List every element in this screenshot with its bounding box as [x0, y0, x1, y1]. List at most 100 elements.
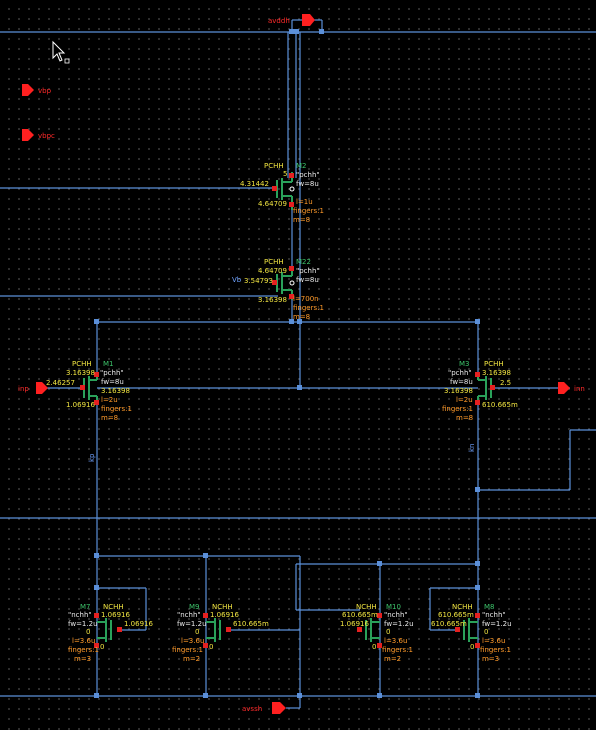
pin-label-vbp: vbp — [38, 87, 52, 95]
device-type-M22: PCHH — [264, 258, 284, 266]
transistor-M9[interactable]: M9 NCHH "nchh" 1.06916 fw=1.2u 610.665m … — [172, 603, 269, 663]
v-gate-M22: 3.54793 — [244, 277, 273, 285]
v-gate-M7: 1.06916 — [124, 620, 153, 628]
fingers-M8: fingers:1 — [480, 646, 511, 654]
v-gate-M2: 4.31442 — [240, 180, 269, 188]
device-type-M7: NCHH — [103, 603, 124, 611]
junction-dots — [94, 29, 480, 698]
v-bulk-M7: 0 — [86, 628, 90, 636]
fingers-M7: fingers:1 — [68, 646, 99, 654]
pin-vbp[interactable]: vbp — [22, 84, 52, 96]
instance-name-M2: M2 — [296, 162, 307, 170]
fw-M1: fw=8u — [101, 378, 124, 386]
instance-name-M7: M7 — [80, 603, 91, 611]
fingers-M2: fingers:1 — [293, 207, 324, 215]
v-source-M2: 5 — [283, 170, 287, 178]
model-M10: "nchh" — [384, 611, 408, 619]
fw-M3: fw=8u — [450, 378, 473, 386]
v-source-M8: 0 — [470, 643, 474, 651]
v-drain-M10: 610.665m — [342, 611, 378, 619]
v-drain-M22: 3.16398 — [258, 296, 287, 304]
fingers-M9: fingers:1 — [172, 646, 203, 654]
pin-label-inp: inp — [18, 385, 29, 393]
l-M7: l=3.6u — [72, 637, 95, 645]
l-M8: l=3.6u — [482, 637, 505, 645]
transistor-M8[interactable]: NCHH M8 610.665m "nchh" 610.665m fw=1.2u… — [431, 603, 512, 663]
fingers-M10: fingers:1 — [382, 646, 413, 654]
net-label-kn: kn — [468, 444, 476, 453]
l-M10: l=3.6u — [384, 637, 407, 645]
l-M2: l=1u — [296, 198, 313, 206]
net-label-vb: Vb — [232, 276, 242, 284]
model-M7: "nchh" — [68, 611, 92, 619]
pin-label-vbpc: vbpc — [38, 132, 55, 140]
fw-M8: fw=1.2u — [482, 620, 512, 628]
m-M10: m=2 — [384, 655, 401, 663]
v-drain-M3: 610.665m — [482, 401, 518, 409]
m-M8: m=3 — [482, 655, 499, 663]
v-gate-M8: 610.665m — [431, 620, 467, 628]
m-M7: m=3 — [74, 655, 91, 663]
model-M1: "pchh" — [100, 369, 124, 377]
v-drain-M8: 610.665m — [438, 611, 474, 619]
v-gate-M3: 2.5 — [500, 379, 511, 387]
transistor-M22[interactable]: PCHH M22 "pchh" fw=8u 4.64709 Vb 3.54793… — [232, 258, 324, 321]
pin-vbpc[interactable]: vbpc — [22, 129, 55, 141]
instance-name-M22: M22 — [296, 258, 311, 266]
model-M22: "pchh" — [296, 267, 320, 275]
v-source-M9: 0 — [209, 643, 213, 651]
m-M22: m=8 — [293, 313, 310, 321]
transistor-M3[interactable]: M3 PCHH "pchh" 3.16398 fw=8u 2.5 3.16398… — [442, 360, 518, 422]
fw-M10: fw=1.2u — [384, 620, 414, 628]
model-M8: "nchh" — [482, 611, 506, 619]
v-source-M3: 3.16398 — [482, 369, 511, 377]
transistor-M1[interactable]: PCHH M1 3.16398 "pchh" fw=8u 2.46257 3.1… — [46, 360, 132, 422]
fingers-M3: fingers:1 — [442, 405, 473, 413]
transistor-M7[interactable]: M7 NCHH "nchh" 1.06916 fw=1.2u 1.06916 0… — [68, 603, 153, 663]
v-bulk-M10: 0 — [386, 628, 390, 636]
v-source-M10: 0 — [372, 643, 376, 651]
v-drain-M7: 1.06916 — [101, 611, 130, 619]
instance-name-M10: M10 — [386, 603, 401, 611]
device-type-M8: NCHH — [452, 603, 473, 611]
instance-name-M3: M3 — [459, 360, 470, 368]
model-M9: "nchh" — [177, 611, 201, 619]
transistor-M10[interactable]: NCHH M10 610.665m "nchh" 1.06916 fw=1.2u… — [340, 603, 414, 663]
device-type-M10: NCHH — [356, 603, 377, 611]
l-M22: l=700n — [293, 295, 319, 303]
pin-avssh[interactable]: avssh — [242, 702, 286, 714]
v-source-M1: 3.16398 — [66, 369, 95, 377]
v-drain-M9: 1.06916 — [210, 611, 239, 619]
v-gate-M9: 610.665m — [233, 620, 269, 628]
v-source-M7: 0 — [100, 643, 104, 651]
fw-M7: fw=1.2u — [68, 620, 98, 628]
device-type-M2: PCHH — [264, 162, 284, 170]
pin-inp[interactable]: inp — [18, 382, 48, 394]
fw-M2: fw=8u — [296, 180, 319, 188]
schematic-drawing: avddh vbp vbpc inp inn avssh kp kn PCHH … — [0, 14, 596, 714]
instance-name-M8: M8 — [484, 603, 495, 611]
l-M3: l=2u — [456, 396, 473, 404]
m-M3: m=8 — [456, 414, 473, 422]
fw-M22: fw=8u — [296, 276, 319, 284]
pin-label-avddh: avddh — [268, 17, 290, 25]
l-M9: l=3.6u — [181, 637, 204, 645]
fingers-M1: fingers:1 — [101, 405, 132, 413]
transistor-M2[interactable]: PCHH M2 "pchh" fw=8u 5 4.31442 4.64709 l… — [240, 162, 324, 224]
v-gate-M10: 1.06916 — [340, 620, 369, 628]
v-bulk-M9: 0 — [195, 628, 199, 636]
fw-M9: fw=1.2u — [177, 620, 207, 628]
v-source-M22: 4.64709 — [258, 267, 287, 275]
v-bulk-M8: 0 — [484, 628, 488, 636]
device-type-M3: PCHH — [484, 360, 504, 368]
v-bulk-M3: 3.16398 — [444, 387, 473, 395]
pin-inn[interactable]: inn — [558, 382, 585, 394]
pin-label-avssh: avssh — [242, 705, 262, 713]
l-M1: l=2u — [101, 396, 118, 404]
instance-name-M1: M1 — [103, 360, 114, 368]
model-M2: "pchh" — [296, 171, 320, 179]
pin-label-inn: inn — [574, 385, 585, 393]
arrow-cursor-icon — [52, 40, 70, 64]
m-M1: m=8 — [101, 414, 118, 422]
m-M9: m=2 — [183, 655, 200, 663]
